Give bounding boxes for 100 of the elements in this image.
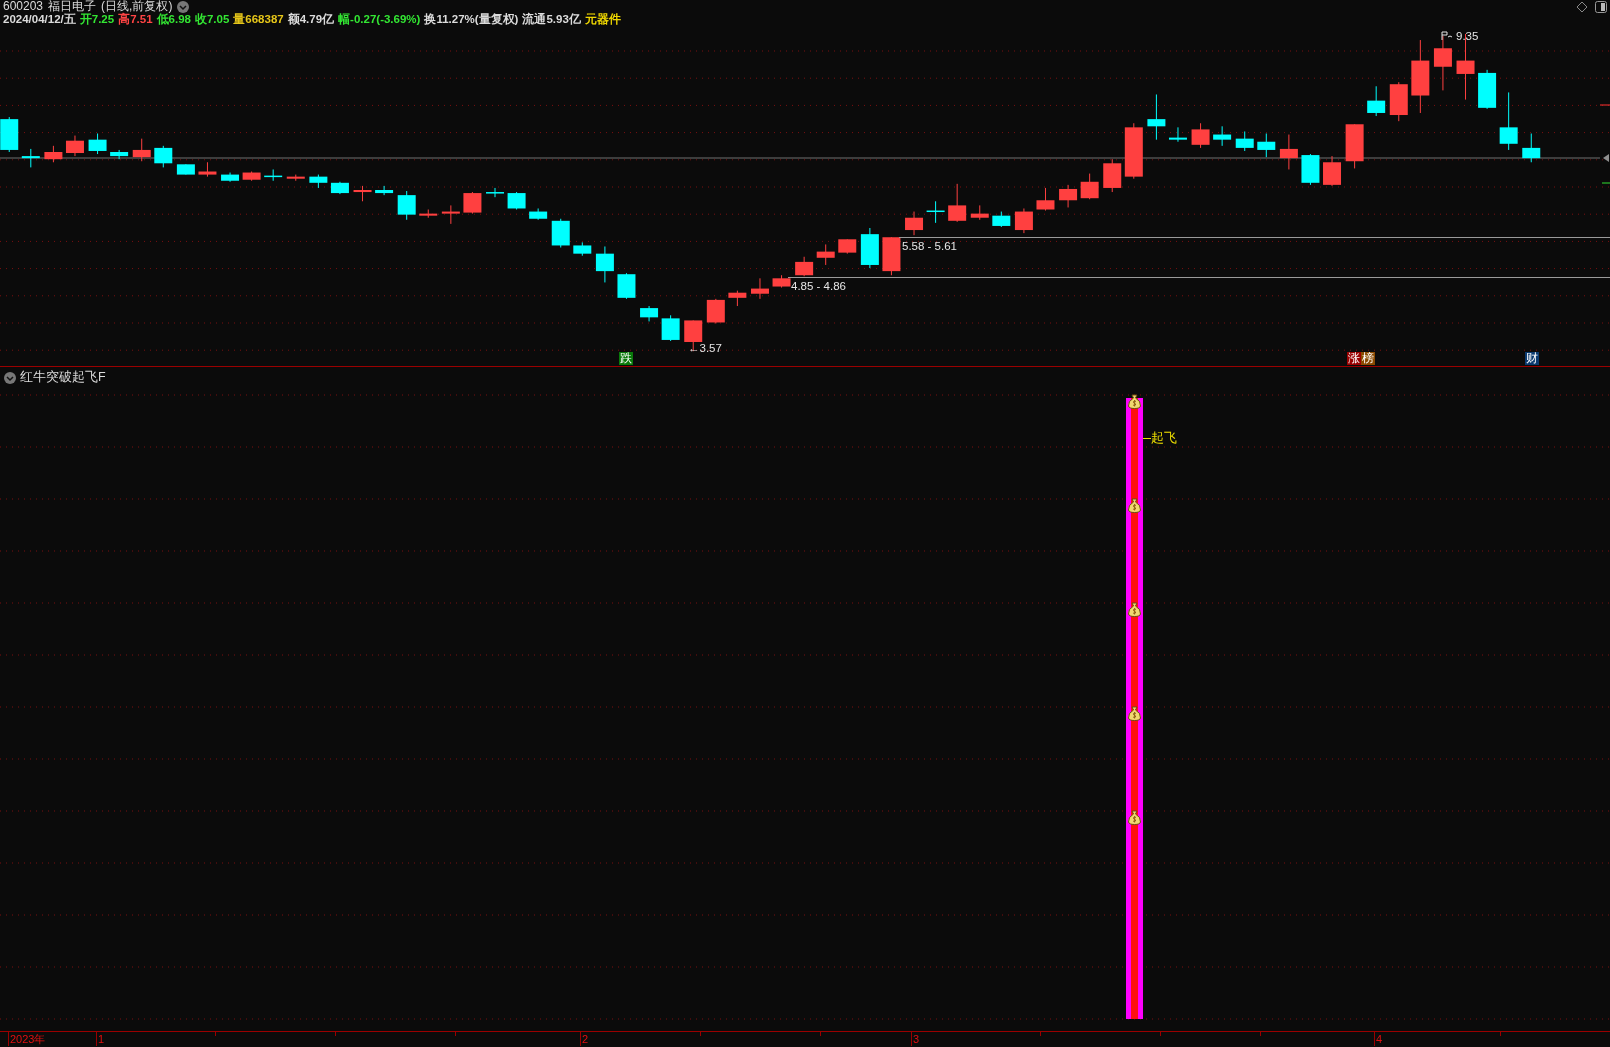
- quote-field: 高7.51: [118, 13, 153, 26]
- stock-code: 600203: [3, 0, 44, 13]
- candlestick: [795, 256, 814, 277]
- candlestick: [816, 243, 835, 266]
- candlestick: [1235, 130, 1254, 152]
- quote-field: 流通5.93亿: [522, 13, 581, 26]
- candlestick: [1124, 122, 1143, 180]
- signal-badge: 跌: [619, 352, 633, 365]
- quote-field: 收7.05: [194, 13, 230, 26]
- candlestick: [264, 168, 283, 182]
- axis-label: 2023年: [10, 1033, 46, 1046]
- candlestick: [728, 290, 747, 307]
- candlestick: [375, 185, 394, 196]
- candlestick: [441, 204, 460, 225]
- candlestick: [309, 174, 328, 189]
- candlestick: [1191, 122, 1210, 149]
- chart-period: (日线,前复权): [101, 0, 173, 13]
- candlestick: [1433, 35, 1452, 91]
- quote-field: 低6.98: [156, 13, 191, 26]
- candlestick: [507, 191, 526, 210]
- quote-field: 额4.79亿: [287, 13, 335, 26]
- price-range-label: 5.58 - 5.61: [902, 240, 957, 253]
- flag-icon: [1441, 31, 1453, 41]
- candlestick: [1367, 85, 1386, 117]
- candlestick: [1301, 153, 1320, 186]
- signal-badge: 榜: [1361, 352, 1375, 365]
- candlestick: [463, 191, 482, 215]
- candlestick: [132, 138, 151, 162]
- collapse-icon[interactable]: [4, 371, 16, 384]
- money-bag-icon: [1127, 602, 1142, 617]
- candlestick: [706, 298, 725, 324]
- quote-field: 换11.27%(量复权): [424, 13, 519, 26]
- signal-label: 起飞: [1151, 430, 1177, 447]
- candlestick: [1522, 133, 1541, 163]
- diamond-icon[interactable]: [1576, 1, 1588, 13]
- candlestick: [1478, 69, 1497, 110]
- candlestick: [551, 218, 570, 248]
- high-price-label: 9.35: [1456, 30, 1479, 43]
- candlestick: [1257, 133, 1276, 158]
- axis-label: 2: [582, 1033, 589, 1046]
- quote-field: 开7.25: [79, 13, 115, 26]
- candlestick: [1499, 91, 1518, 151]
- dropdown-icon[interactable]: [177, 0, 190, 13]
- candlestick: [353, 185, 372, 202]
- candlestick: [1389, 81, 1408, 122]
- candlestick: [1147, 94, 1166, 141]
- candlestick: [65, 135, 84, 157]
- quote-field: 量668387: [233, 13, 284, 26]
- candlestick: [1323, 155, 1341, 187]
- candlestick: [286, 174, 305, 182]
- axis-marker-icon: [1603, 154, 1609, 162]
- candlestick: [397, 190, 416, 221]
- candlestick: [242, 171, 261, 182]
- axis-marker-icon: [1601, 182, 1610, 184]
- leader-line: [1143, 438, 1151, 439]
- quote-field: 2024/04/12/五: [3, 13, 76, 26]
- candlestick: [926, 200, 945, 224]
- candlestick: [772, 274, 791, 289]
- candlestick: [154, 145, 173, 168]
- candlestick: [1059, 184, 1078, 208]
- candlestick: [21, 148, 40, 168]
- axis-label: 1: [98, 1033, 105, 1046]
- candlestick: [419, 209, 438, 219]
- candlestick: [529, 208, 548, 221]
- candlestick: [176, 163, 195, 176]
- axis-marker-icon: [1599, 104, 1610, 106]
- candlestick: [44, 145, 63, 163]
- money-bag-icon: [1127, 498, 1142, 513]
- candlestick: [0, 116, 19, 153]
- axis-label: 4: [1376, 1033, 1383, 1046]
- candlestick: [1014, 208, 1033, 234]
- candlestick: [88, 133, 107, 155]
- candlestick: [198, 161, 217, 178]
- price-range-label: 4.85 - 4.86: [791, 280, 846, 293]
- candlestick: [330, 181, 349, 195]
- signal-badge: 财: [1525, 352, 1539, 365]
- candlestick: [905, 211, 924, 236]
- candlestick: [1103, 158, 1122, 193]
- money-bag-icon: [1127, 810, 1142, 825]
- candlestick: [595, 246, 614, 283]
- signal-badge: 涨: [1347, 352, 1361, 365]
- stock-name: 福日电子: [48, 0, 97, 13]
- candlestick: [486, 187, 504, 198]
- candlestick: [948, 183, 967, 223]
- candlestick: [640, 305, 659, 322]
- candlestick: [1345, 123, 1364, 169]
- candlestick: [573, 241, 592, 257]
- panel-icon[interactable]: [1595, 1, 1607, 13]
- candlestick: [751, 277, 769, 300]
- low-price-label: ←3.57: [688, 342, 722, 355]
- candlestick: [1036, 187, 1055, 212]
- candlestick: [1080, 173, 1099, 200]
- candlestick: [1279, 134, 1298, 170]
- quote-field: 幅-0.27(-3.69%): [338, 13, 421, 26]
- candlestick: [1168, 126, 1187, 143]
- candlestick: [970, 204, 989, 221]
- candlestick: [860, 227, 879, 269]
- candlestick: [838, 238, 857, 255]
- candlestick: [661, 314, 680, 342]
- candlestick: [992, 211, 1011, 228]
